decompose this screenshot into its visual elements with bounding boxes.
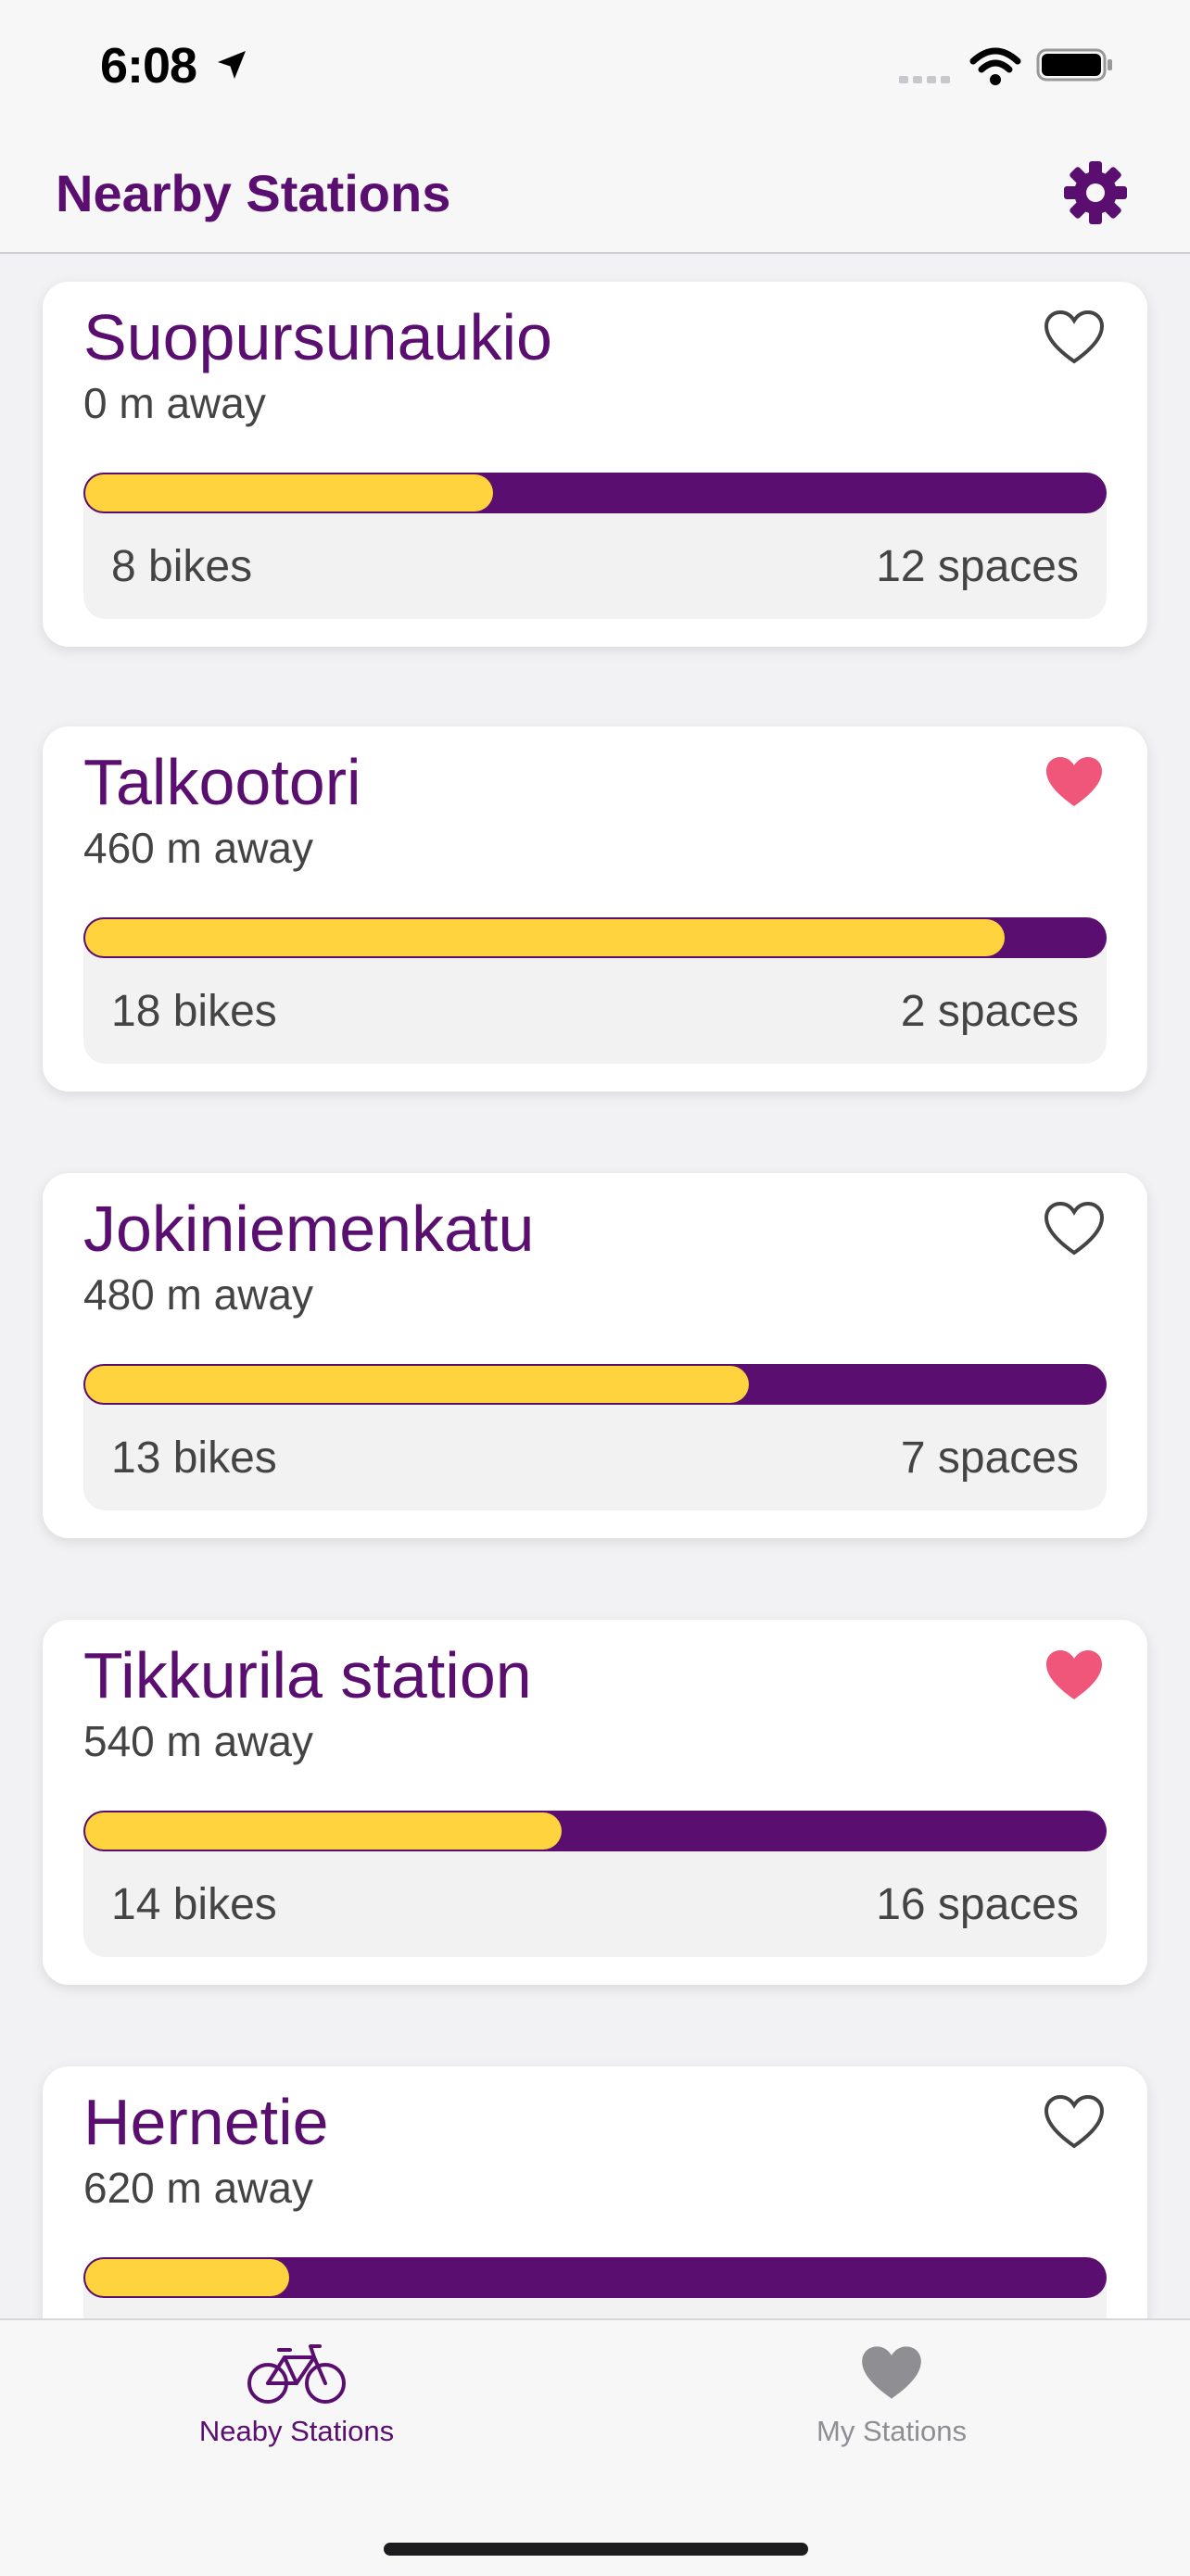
- availability-panel: 18 bikes 2 spaces: [83, 917, 1107, 1064]
- battery-icon: [1036, 48, 1112, 82]
- availability-panel: 8 bikes 12 spaces: [83, 473, 1107, 619]
- station-card[interactable]: Hernetie 620 m away: [43, 2066, 1147, 2318]
- bikes-fill: [85, 919, 1005, 956]
- favorite-heart-outline-icon[interactable]: [1044, 2094, 1105, 2150]
- tab-label: My Stations: [817, 2415, 967, 2447]
- station-card[interactable]: Jokiniemenkatu 480 m away 13 bikes 7 spa…: [43, 1173, 1147, 1538]
- favorite-heart-outline-icon[interactable]: [1044, 309, 1105, 365]
- bikes-count: 14 bikes: [111, 1880, 277, 1929]
- page-title: Nearby Stations: [56, 164, 451, 222]
- tab-label: Neaby Stations: [198, 2415, 395, 2447]
- heart-icon: [862, 2346, 921, 2399]
- navigation-bar: Nearby Stations: [0, 130, 1190, 254]
- station-name: Jokiniemenkatu: [83, 1193, 535, 1265]
- station-distance: 480 m away: [83, 1270, 314, 1319]
- station-distance: 0 m away: [83, 379, 266, 427]
- status-bar: 6:08: [0, 0, 1190, 130]
- station-card[interactable]: Tikkurila station 540 m away 14 bikes 16…: [43, 1620, 1147, 1985]
- station-name: Hernetie: [83, 2086, 329, 2158]
- availability-panel: 14 bikes 16 spaces: [83, 1811, 1107, 1957]
- availability-bar: [83, 2257, 1107, 2298]
- station-card[interactable]: Talkootori 460 m away 18 bikes 2 spaces: [43, 726, 1147, 1092]
- favorite-heart-outline-icon[interactable]: [1044, 1201, 1105, 1256]
- bikes-count: 18 bikes: [111, 987, 277, 1036]
- spaces-count: 7 spaces: [900, 1433, 1079, 1483]
- availability-bar: [83, 1364, 1107, 1405]
- cellular-signal-icon: [899, 76, 950, 83]
- station-name: Suopursunaukio: [83, 301, 552, 373]
- spaces-count: 16 spaces: [876, 1880, 1079, 1929]
- station-distance: 460 m away: [83, 824, 314, 872]
- spaces-count: 12 spaces: [876, 542, 1079, 591]
- availability-bar: [83, 1811, 1107, 1851]
- station-name: Talkootori: [83, 746, 361, 818]
- bikes-count: 8 bikes: [111, 542, 253, 591]
- spaces-count: 2 spaces: [900, 987, 1079, 1036]
- availability-panel: 13 bikes 7 spaces: [83, 1364, 1107, 1510]
- favorite-heart-filled-icon[interactable]: [1044, 754, 1105, 810]
- station-distance: 540 m away: [83, 1717, 314, 1765]
- status-time: 6:08: [100, 38, 197, 94]
- home-indicator[interactable]: [384, 2543, 808, 2556]
- tab-bar: Neaby Stations My Stations: [0, 2318, 1190, 2576]
- bikes-fill: [85, 474, 493, 511]
- station-distance: 620 m away: [83, 2164, 314, 2212]
- bikes-count: 13 bikes: [111, 1433, 277, 1483]
- station-list[interactable]: Suopursunaukio 0 m away 8 bikes 12 space…: [0, 254, 1190, 2318]
- station-name: Tikkurila station: [83, 1639, 532, 1711]
- tab-my-stations[interactable]: My Stations: [706, 2341, 1077, 2470]
- station-card[interactable]: Suopursunaukio 0 m away 8 bikes 12 space…: [43, 282, 1147, 647]
- tab-nearby-stations[interactable]: Neaby Stations: [111, 2341, 482, 2470]
- availability-bar: [83, 473, 1107, 513]
- availability-bar: [83, 917, 1107, 958]
- availability-panel: [83, 2257, 1107, 2318]
- location-arrow-icon: [218, 51, 246, 79]
- bikes-fill: [85, 2259, 289, 2296]
- gear-icon[interactable]: [1062, 159, 1129, 226]
- wifi-icon: [969, 47, 1021, 85]
- bikes-fill: [85, 1366, 749, 1403]
- bicycle-icon: [247, 2344, 346, 2404]
- bikes-fill: [85, 1812, 562, 1850]
- favorite-heart-filled-icon[interactable]: [1044, 1648, 1105, 1703]
